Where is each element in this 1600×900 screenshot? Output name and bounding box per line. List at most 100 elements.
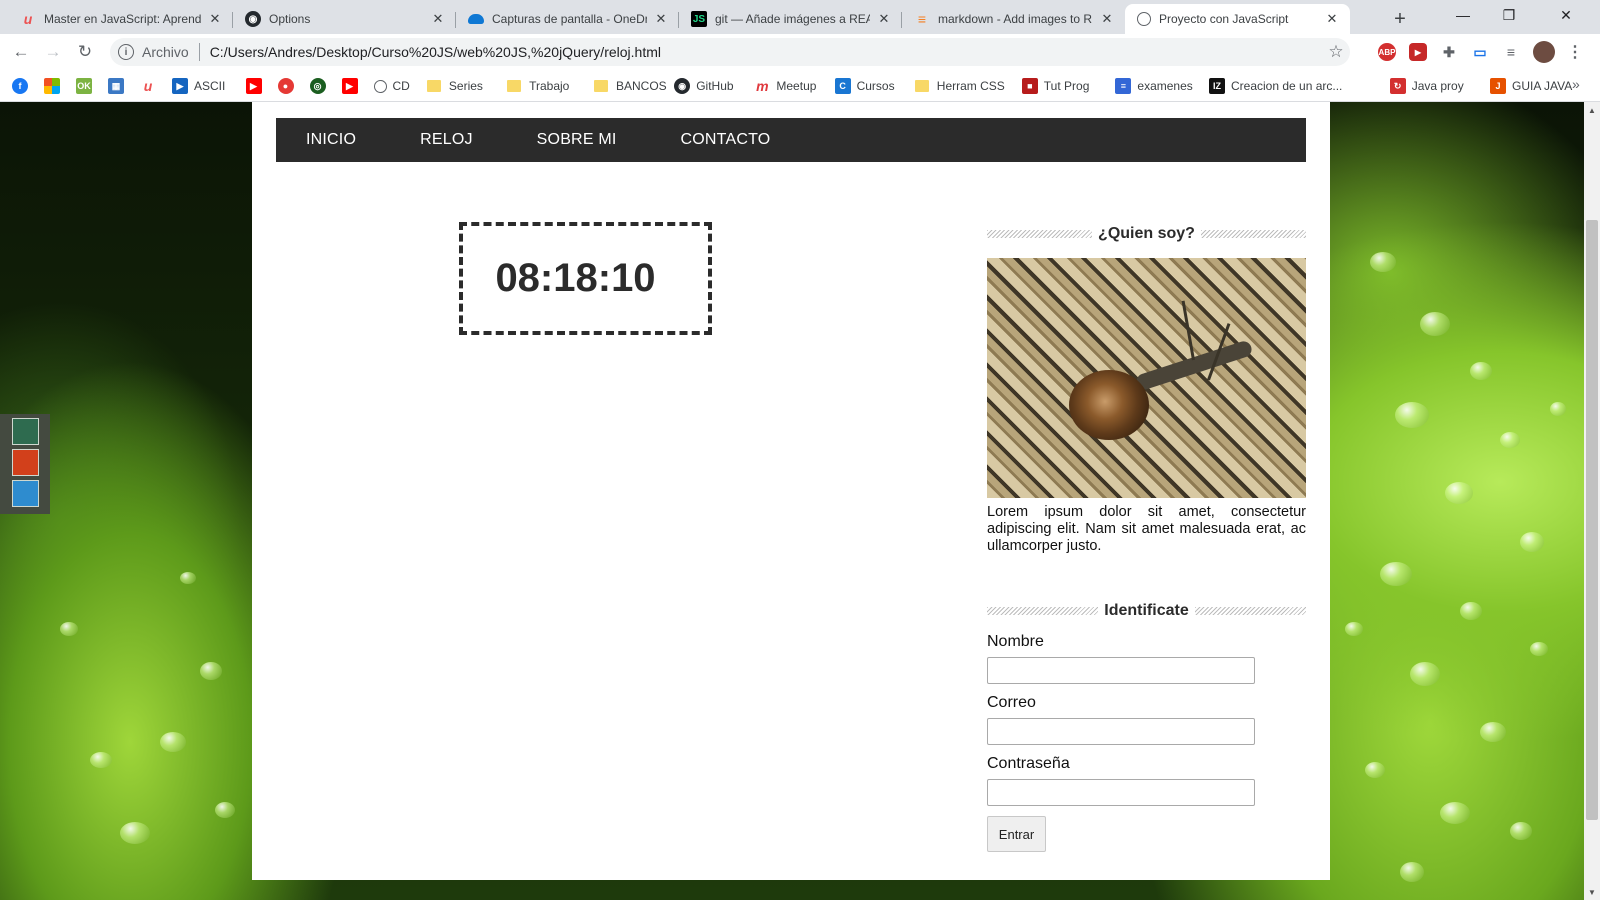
tab-git[interactable]: JS git — Añade imágenes a READ ✕ bbox=[679, 4, 902, 34]
restore-button[interactable]: ❐ bbox=[1486, 0, 1532, 30]
water-drop bbox=[1440, 802, 1470, 824]
divider bbox=[987, 230, 1093, 238]
youtube-icon: ▶ bbox=[341, 78, 358, 94]
video-extension-icon[interactable]: ▶ bbox=[1409, 43, 1427, 61]
page-viewport: INICIO RELOJ SOBRE MI CONTACTO 08:18:10 … bbox=[0, 102, 1584, 900]
bookmark-item[interactable]: f bbox=[12, 77, 34, 95]
bookmark-item[interactable]: J GUIA JAVA bbox=[1490, 77, 1572, 95]
reload-button[interactable]: ↻ bbox=[72, 39, 98, 65]
about-heading: ¿Quien soy? bbox=[987, 222, 1306, 246]
close-icon[interactable]: ✕ bbox=[653, 11, 669, 27]
water-drop bbox=[1445, 482, 1473, 504]
udemy-icon: u bbox=[143, 78, 153, 94]
nav-contacto[interactable]: CONTACTO bbox=[681, 131, 771, 149]
scroll-up-arrow-icon[interactable]: ▲ bbox=[1584, 102, 1600, 118]
bookmark-item[interactable] bbox=[44, 77, 66, 95]
bookmark-label: BANCOS bbox=[616, 79, 667, 93]
minimize-button[interactable]: — bbox=[1440, 0, 1486, 30]
nav-reloj[interactable]: RELOJ bbox=[420, 131, 473, 149]
close-icon[interactable]: ✕ bbox=[207, 11, 223, 27]
theme-swatch-blue[interactable] bbox=[12, 480, 39, 507]
tab-markdown[interactable]: ≡ markdown - Add images to RE ✕ bbox=[902, 4, 1125, 34]
correo-input[interactable] bbox=[987, 718, 1255, 745]
clock-time: 08:18:10 bbox=[495, 256, 656, 300]
bookmark-star-icon[interactable]: ☆ bbox=[1322, 42, 1350, 62]
bookmark-label: CD bbox=[392, 79, 410, 93]
nombre-input[interactable] bbox=[987, 657, 1255, 684]
vertical-scrollbar[interactable]: ▲ ▼ bbox=[1584, 102, 1600, 900]
new-tab-button[interactable]: + bbox=[1388, 7, 1412, 31]
bookmark-item[interactable]: Trabajo bbox=[507, 77, 569, 95]
folder-icon bbox=[914, 80, 929, 92]
water-drop bbox=[180, 572, 196, 584]
bookmark-item[interactable]: ■ Tut Prog bbox=[1021, 77, 1089, 95]
contrasena-input[interactable] bbox=[987, 779, 1255, 806]
bookmark-item[interactable]: ▶ bbox=[245, 77, 268, 95]
scroll-down-arrow-icon[interactable]: ▼ bbox=[1584, 884, 1600, 900]
cast-icon[interactable]: ▭ bbox=[1471, 43, 1489, 61]
reading-list-icon[interactable]: ≡ bbox=[1502, 43, 1520, 61]
back-button[interactable]: ← bbox=[8, 39, 34, 65]
tab-title: Capturas de pantalla - OneDriv bbox=[492, 12, 647, 26]
bookmark-item[interactable]: OK bbox=[76, 77, 98, 95]
close-icon[interactable]: ✕ bbox=[1324, 11, 1340, 27]
close-icon[interactable]: ✕ bbox=[876, 11, 892, 27]
bookmark-item[interactable]: ↻ Java proy bbox=[1389, 77, 1464, 95]
page-container: INICIO RELOJ SOBRE MI CONTACTO 08:18:10 … bbox=[252, 102, 1330, 880]
tab-onedrive[interactable]: Capturas de pantalla - OneDriv ✕ bbox=[456, 4, 679, 34]
theme-swatch-green[interactable] bbox=[12, 418, 39, 445]
bookmark-item[interactable]: ◎ bbox=[309, 77, 332, 95]
more-bookmarks-icon[interactable]: » bbox=[1572, 76, 1580, 92]
tab-options[interactable]: ◉ Options ✕ bbox=[233, 4, 456, 34]
theme-swatch-red[interactable] bbox=[12, 449, 39, 476]
tab-proyecto[interactable]: Proyecto con JavaScript ✕ bbox=[1125, 4, 1350, 34]
divider bbox=[198, 43, 200, 61]
forward-button[interactable]: → bbox=[40, 39, 66, 65]
bookmark-item[interactable]: C Cursos bbox=[834, 77, 895, 95]
bookmark-item[interactable]: ▦ bbox=[108, 77, 130, 95]
menu-kebab-icon[interactable]: ⋮ bbox=[1566, 43, 1584, 61]
bookmark-item[interactable]: Series bbox=[426, 77, 483, 95]
bookmark-item[interactable]: Herram CSS bbox=[914, 77, 1005, 95]
nav-inicio[interactable]: INICIO bbox=[306, 131, 356, 149]
bookmark-item[interactable]: ≡ examenes bbox=[1115, 77, 1193, 95]
bookmark-item[interactable]: IZ Creacion de un arc... bbox=[1209, 77, 1342, 95]
bookmark-item[interactable]: BANCOS bbox=[594, 77, 667, 95]
tab-udemy[interactable]: u Master en JavaScript: Aprender ✕ bbox=[8, 4, 233, 34]
clock-box: 08:18:10 bbox=[459, 222, 712, 335]
divider bbox=[987, 607, 1099, 615]
water-drop bbox=[1410, 662, 1440, 686]
address-bar[interactable]: i Archivo C:/Users/Andres/Desktop/Curso%… bbox=[110, 38, 1350, 66]
adblock-icon[interactable]: ABP bbox=[1378, 43, 1396, 61]
scrollbar-thumb[interactable] bbox=[1586, 220, 1598, 820]
water-drop bbox=[1370, 252, 1396, 272]
close-icon[interactable]: ✕ bbox=[430, 11, 446, 27]
info-icon[interactable]: i bbox=[118, 44, 134, 60]
bookmark-item[interactable]: ▶ bbox=[341, 77, 364, 95]
pin-icon: ● bbox=[277, 78, 294, 94]
bookmark-item[interactable]: ● bbox=[277, 77, 300, 95]
entrar-button[interactable]: Entrar bbox=[987, 816, 1046, 852]
login-form: Nombre Correo Contraseña Entrar bbox=[987, 633, 1306, 852]
bookmark-item[interactable]: m Meetup bbox=[754, 77, 816, 95]
water-drop bbox=[1500, 432, 1520, 448]
snail-antenna bbox=[1181, 300, 1195, 361]
close-icon[interactable]: ✕ bbox=[1099, 11, 1115, 27]
water-drop bbox=[215, 802, 235, 818]
browser-toolbar: ← → ↻ i Archivo C:/Users/Andres/Desktop/… bbox=[0, 34, 1600, 70]
water-drop bbox=[120, 822, 150, 844]
nav-sobre-mi[interactable]: SOBRE MI bbox=[537, 131, 617, 149]
bookmark-item[interactable]: u bbox=[140, 77, 162, 95]
avatar[interactable] bbox=[1533, 41, 1555, 63]
bookmark-item[interactable]: CD bbox=[373, 77, 410, 95]
water-drop bbox=[1550, 402, 1566, 416]
refresh-icon: ↻ bbox=[1389, 78, 1406, 94]
close-window-button[interactable]: ✕ bbox=[1532, 0, 1600, 30]
url-text[interactable]: C:/Users/Andres/Desktop/Curso%20JS/web%2… bbox=[210, 44, 1322, 60]
bookmark-item[interactable]: ▶ ASCII bbox=[172, 77, 225, 95]
arrow-icon: ▶ bbox=[172, 78, 188, 94]
sidebar: ¿Quien soy? Lorem ipsum dolor sit amet, … bbox=[987, 222, 1306, 852]
extensions-puzzle-icon[interactable]: ✚ bbox=[1440, 43, 1458, 61]
bookmark-item[interactable]: ◉ GitHub bbox=[674, 77, 734, 95]
about-text: Lorem ipsum dolor sit amet, consectetur … bbox=[987, 504, 1306, 554]
